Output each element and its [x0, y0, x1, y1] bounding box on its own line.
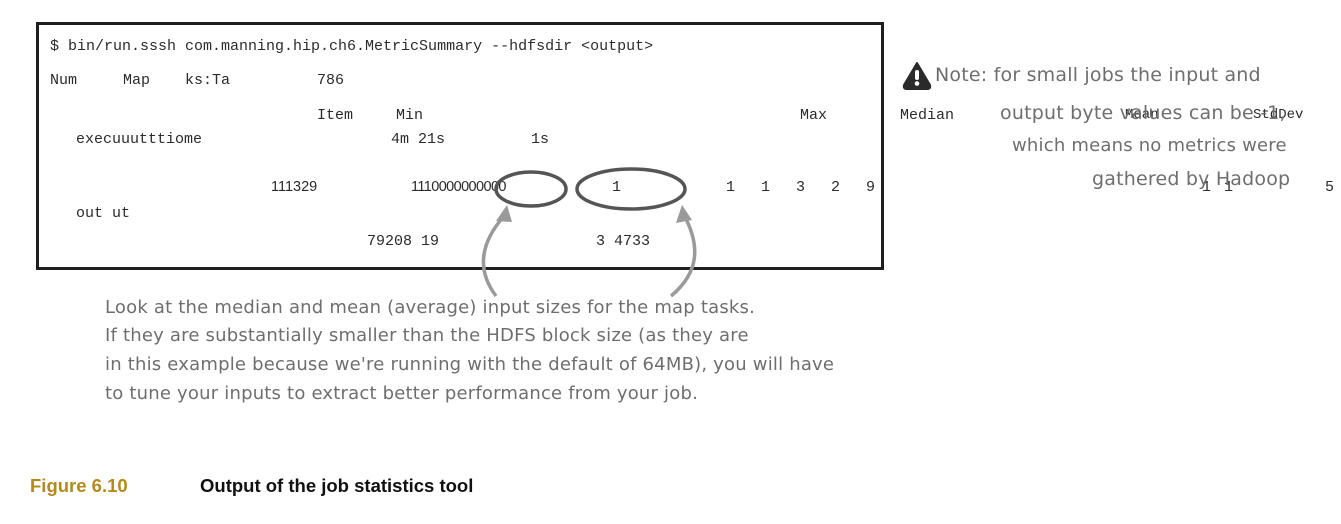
- note-line-3: which means no metrics were: [1012, 135, 1287, 156]
- figure-number: Figure 6.10: [30, 475, 128, 496]
- note-line-4: gathered by Hadoop: [1092, 168, 1291, 190]
- annotation-line-2: If they are substantially smaller than t…: [105, 325, 749, 346]
- note-line-2: output byte values can be -1,: [1000, 102, 1286, 124]
- annotation-line-3: in this example because we're running wi…: [105, 354, 835, 375]
- median-arrowhead: [496, 205, 512, 222]
- mean-arrow: [669, 214, 697, 298]
- median-arrow: [481, 213, 507, 298]
- warning-icon: [902, 62, 932, 90]
- annotation-line-4: to tune your inputs to extract better pe…: [105, 383, 699, 404]
- annotation-line-1: Look at the median and mean (average) in…: [105, 297, 756, 318]
- mean-highlight-oval: [575, 167, 687, 211]
- median-highlight-oval: [494, 170, 568, 208]
- figure-caption: Output of the job statistics tool: [200, 475, 474, 496]
- mean-arrowhead: [676, 205, 692, 223]
- note-line-1: Note: for small jobs the input and: [935, 64, 1261, 86]
